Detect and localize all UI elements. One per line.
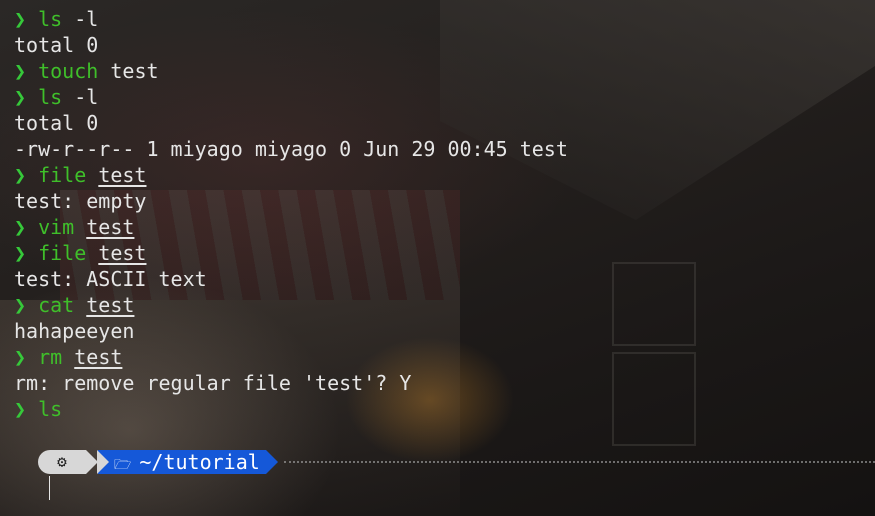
command-name: ls (38, 7, 63, 31)
command-name: ls (38, 397, 63, 421)
prompt-chevron-icon: ❯ (14, 215, 27, 239)
command-line: ❯ file test (14, 240, 875, 266)
output-text: rm: remove regular file 'test'? Y (14, 371, 412, 395)
command-line: ❯ ls -l (14, 6, 875, 32)
command-line: ❯ ls (14, 396, 875, 422)
command-name: file (38, 241, 87, 265)
output-text: total 0 (14, 111, 99, 135)
command-line: ❯ vim test (14, 214, 875, 240)
output-text: test: ASCII text (14, 267, 207, 291)
prompt-chevron-icon: ❯ (14, 163, 27, 187)
current-directory: ~/tutorial (139, 450, 260, 474)
command-line: ❯ touch test (14, 58, 875, 84)
terminal-output[interactable]: ❯ ls -l total 0 ❯ touch test ❯ ls -l total 0… (14, 6, 875, 422)
command-name: ls (38, 85, 63, 109)
command-name: rm (38, 345, 63, 369)
prompt-chevron-icon: ❯ (14, 293, 27, 317)
prompt-chevron-icon: ❯ (14, 345, 27, 369)
command-line: ❯ file test (14, 162, 875, 188)
prompt-chevron-icon: ❯ (14, 7, 27, 31)
path-argument: test (86, 293, 135, 317)
output-text: -rw-r--r-- 1 miyago miyago 0 Jun 29 00:4… (14, 137, 568, 161)
output-line: total 0 (14, 32, 875, 58)
folder-icon: 🗁 (114, 457, 132, 473)
command-name: vim (38, 215, 75, 239)
output-line: rm: remove regular file 'test'? Y (14, 370, 875, 396)
gear-icon: ⚙ (57, 452, 67, 471)
prompt-chevron-icon: ❯ (14, 85, 27, 109)
prompt-chevron-icon: ❯ (14, 241, 27, 265)
text-cursor[interactable] (49, 476, 50, 500)
output-text: total 0 (14, 33, 99, 57)
output-line: total 0 (14, 110, 875, 136)
path-argument: test (86, 215, 135, 239)
path-argument: test (98, 241, 147, 265)
path-argument: test (74, 345, 123, 369)
command-argument: -l (74, 85, 99, 109)
prompt-chevron-icon: ❯ (14, 59, 27, 83)
terminal-window[interactable]: ❯ ls -l total 0 ❯ touch test ❯ ls -l total 0… (0, 0, 875, 516)
output-line: test: empty (14, 188, 875, 214)
prompt-bar: ⚙ 🗁 ~/tutorial (0, 449, 875, 475)
command-argument: -l (74, 7, 99, 31)
directory-segment: 🗁 ~/tutorial (97, 450, 278, 474)
command-line: ❯ ls -l (14, 84, 875, 110)
command-name: touch (38, 59, 99, 83)
output-text: hahapeeyen (14, 319, 135, 343)
command-name: cat (38, 293, 75, 317)
output-text: test: empty (14, 189, 147, 213)
command-line: ❯ cat test (14, 292, 875, 318)
path-argument: test (98, 163, 147, 187)
output-line: -rw-r--r-- 1 miyago miyago 0 Jun 29 00:4… (14, 136, 875, 162)
prompt-chevron-icon: ❯ (14, 397, 27, 421)
output-line: hahapeeyen (14, 318, 875, 344)
os-segment: ⚙ (38, 450, 98, 474)
command-line: ❯ rm test (14, 344, 875, 370)
prompt-filler-dots (284, 461, 875, 463)
output-line: test: ASCII text (14, 266, 875, 292)
command-argument: test (110, 59, 159, 83)
command-name: file (38, 163, 87, 187)
